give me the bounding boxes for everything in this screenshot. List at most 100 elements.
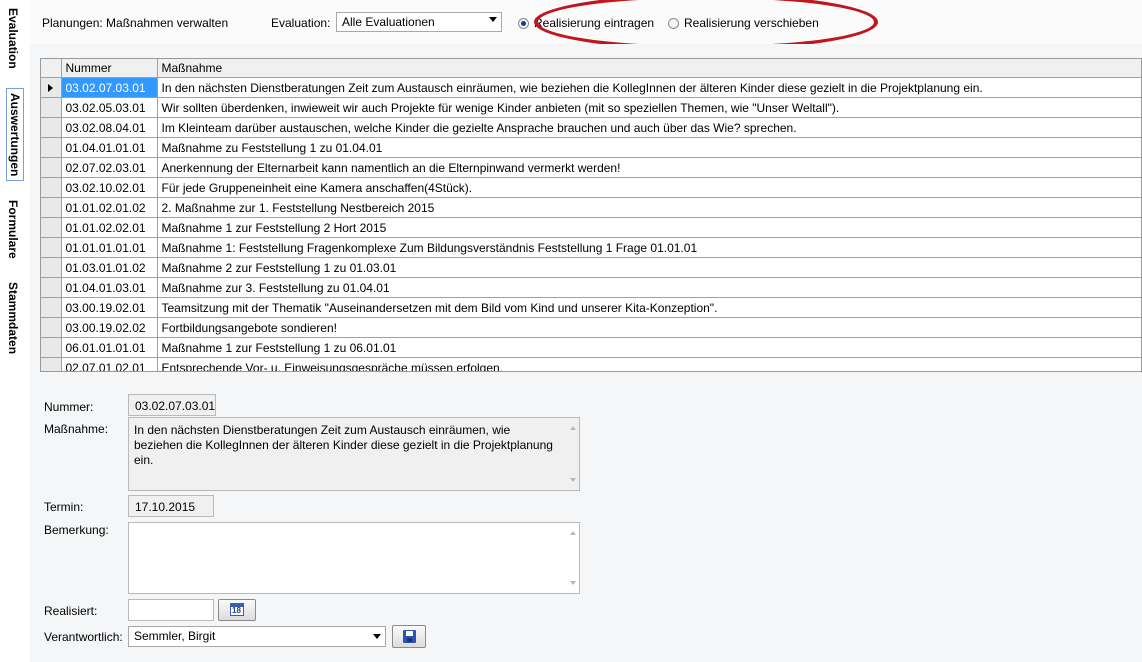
evaluation-label: Evaluation: bbox=[271, 16, 331, 30]
evaluation-select[interactable]: Alle Evaluationen bbox=[336, 12, 502, 32]
cell-massnahme[interactable]: Wir sollten überdenken, inwieweit wir au… bbox=[157, 97, 1141, 118]
calendar-button[interactable]: 18 bbox=[218, 599, 256, 621]
table-row[interactable]: 06.01.01.01.01 Maßnahme 1 zur Feststellun… bbox=[41, 337, 1141, 358]
row-selector[interactable] bbox=[41, 157, 62, 178]
radio-selected-icon bbox=[518, 17, 529, 29]
measures-grid[interactable]: Nummer Maßnahme 03.02.07.03.01 In den näc… bbox=[40, 58, 1142, 372]
table-row[interactable]: 01.01.01.01.01 Maßnahme 1: Feststellung F… bbox=[41, 237, 1141, 258]
table-row[interactable]: 01.04.01.03.01 Maßnahme zur 3. Feststellu… bbox=[41, 277, 1141, 298]
table-header-row: Nummer Maßnahme bbox=[41, 59, 1141, 78]
verantwortlich-select[interactable]: Semmler, Birgit bbox=[128, 626, 386, 647]
cell-massnahme[interactable]: Maßnahme 2 zur Feststellung 1 zu 01.03.0… bbox=[157, 257, 1141, 278]
scroll-down-icon[interactable] bbox=[570, 581, 576, 585]
table-row[interactable]: 01.01.02.01.02 2. Maßnahme zur 1. Festste… bbox=[41, 197, 1141, 218]
massnahme-label: Maßnahme: bbox=[44, 422, 109, 436]
cell-massnahme[interactable]: Maßnahme zu Feststellung 1 zu 01.04.01 bbox=[157, 137, 1141, 158]
cell-nummer[interactable]: 03.00.19.02.02 bbox=[61, 317, 158, 338]
row-selector[interactable] bbox=[41, 297, 62, 318]
verantwortlich-value: Semmler, Birgit bbox=[134, 629, 216, 643]
table-row[interactable]: 01.04.01.01.01 Maßnahme zu Feststellung 1… bbox=[41, 137, 1141, 158]
verantwortlich-label: Verantwortlich: bbox=[44, 630, 123, 644]
chevron-down-icon bbox=[489, 17, 497, 22]
table-row[interactable]: 03.00.19.02.01 Teamsitzung mit der Themat… bbox=[41, 297, 1141, 318]
tab-evaluation[interactable]: Evaluation bbox=[6, 8, 20, 69]
cell-nummer[interactable]: 06.01.01.01.01 bbox=[61, 337, 158, 358]
sidebar-tabs: Evaluation Auswertungen Formulare Stammd… bbox=[0, 0, 30, 662]
cell-nummer[interactable]: 02.07.01.02.01 bbox=[61, 357, 158, 371]
cell-massnahme[interactable]: Anerkennung der Elternarbeit kann nament… bbox=[157, 157, 1141, 178]
cell-nummer[interactable]: 01.01.02.01.02 bbox=[61, 197, 158, 218]
table-body: 03.02.07.03.01 In den nächsten Dienstbera… bbox=[41, 77, 1141, 371]
realisiert-label: Realisiert: bbox=[44, 604, 98, 618]
table-row[interactable]: 01.01.02.02.01 Maßnahme 1 zur Feststellun… bbox=[41, 217, 1141, 238]
termin-field: 17.10.2015 bbox=[128, 495, 214, 517]
measures-table: Nummer Maßnahme 03.02.07.03.01 In den näc… bbox=[41, 59, 1141, 371]
scroll-up-icon[interactable] bbox=[570, 426, 576, 430]
cell-massnahme[interactable]: Maßnahme 1 zur Feststellung 2 Hort 2015 bbox=[157, 217, 1141, 238]
row-selector[interactable] bbox=[41, 177, 62, 198]
cell-nummer[interactable]: 01.01.01.01.01 bbox=[61, 237, 158, 258]
nummer-value: 03.02.07.03.01 bbox=[135, 399, 216, 413]
row-selector[interactable] bbox=[41, 317, 62, 338]
row-selector[interactable] bbox=[41, 197, 62, 218]
cell-massnahme[interactable]: Für jede Gruppeneinheit eine Kamera ansc… bbox=[157, 177, 1141, 198]
cell-nummer[interactable]: 01.04.01.01.01 bbox=[61, 137, 158, 158]
row-selector[interactable] bbox=[41, 237, 62, 258]
massnahme-value: In den nächsten Dienstberatungen Zeit zu… bbox=[134, 423, 553, 467]
table-row[interactable]: 01.03.01.01.02 Maßnahme 2 zur Feststellun… bbox=[41, 257, 1141, 278]
cell-massnahme[interactable]: Entsprechende Vor- u. Einweisungsgespräc… bbox=[157, 357, 1141, 371]
column-header-massnahme[interactable]: Maßnahme bbox=[157, 59, 1141, 78]
tab-formulare[interactable]: Formulare bbox=[6, 200, 20, 259]
row-selector[interactable] bbox=[41, 357, 62, 371]
table-row[interactable]: 03.02.10.02.01 Für jede Gruppeneinheit ei… bbox=[41, 177, 1141, 198]
table-row[interactable]: 02.07.02.03.01 Anerkennung der Elternarbe… bbox=[41, 157, 1141, 178]
row-selector[interactable] bbox=[41, 277, 62, 298]
scroll-down-icon[interactable] bbox=[570, 478, 576, 482]
tab-stammdaten[interactable]: Stammdaten bbox=[6, 282, 20, 354]
cell-nummer[interactable]: 01.01.02.02.01 bbox=[61, 217, 158, 238]
cell-nummer[interactable]: 03.02.10.02.01 bbox=[61, 177, 158, 198]
row-selector[interactable] bbox=[41, 257, 62, 278]
highlight-ellipse bbox=[534, 0, 878, 50]
column-header-nummer[interactable]: Nummer bbox=[61, 59, 158, 78]
save-button[interactable] bbox=[392, 625, 426, 648]
tab-auswertungen[interactable]: Auswertungen bbox=[6, 88, 24, 182]
cell-nummer[interactable]: 03.00.19.02.01 bbox=[61, 297, 158, 318]
current-row-arrow-icon bbox=[48, 84, 54, 93]
cell-massnahme[interactable]: Teamsitzung mit der Thematik "Auseinande… bbox=[157, 297, 1141, 318]
row-selector[interactable] bbox=[41, 77, 62, 98]
nummer-label: Nummer: bbox=[44, 400, 94, 414]
row-selector[interactable] bbox=[41, 217, 62, 238]
cell-nummer[interactable]: 03.02.07.03.01 bbox=[61, 77, 158, 98]
table-row[interactable]: 02.07.01.02.01 Entsprechende Vor- u. Einw… bbox=[41, 357, 1141, 371]
row-selector[interactable] bbox=[41, 117, 62, 138]
table-row[interactable]: 03.02.08.04.01 Im Kleinteam darüber austa… bbox=[41, 117, 1141, 138]
toolbar: Planungen: Maßnahmen verwalten Evaluatio… bbox=[30, 0, 1142, 50]
cell-nummer[interactable]: 01.03.01.01.02 bbox=[61, 257, 158, 278]
main-panel: Nummer Maßnahme 03.02.07.03.01 In den näc… bbox=[30, 44, 1142, 662]
table-row[interactable]: 03.00.19.02.02 Fortbildungsangebote sondi… bbox=[41, 317, 1141, 338]
cell-massnahme[interactable]: Maßnahme 1: Feststellung Fragenkomplexe … bbox=[157, 237, 1141, 258]
cell-nummer[interactable]: 01.04.01.03.01 bbox=[61, 277, 158, 298]
cell-massnahme[interactable]: Fortbildungsangebote sondieren! bbox=[157, 317, 1141, 338]
calendar-icon: 18 bbox=[230, 603, 244, 616]
cell-nummer[interactable]: 03.02.08.04.01 bbox=[61, 117, 158, 138]
bemerkung-textarea[interactable] bbox=[128, 522, 580, 594]
bemerkung-label: Bemerkung: bbox=[44, 523, 109, 537]
cell-nummer[interactable]: 02.07.02.03.01 bbox=[61, 157, 158, 178]
calendar-day: 18 bbox=[232, 606, 241, 615]
realisiert-date-input[interactable] bbox=[128, 599, 214, 621]
cell-massnahme[interactable]: 2. Maßnahme zur 1. Feststellung Nestbere… bbox=[157, 197, 1141, 218]
table-row[interactable]: 03.02.05.03.01 Wir sollten überdenken, in… bbox=[41, 97, 1141, 118]
cell-nummer[interactable]: 03.02.05.03.01 bbox=[61, 97, 158, 118]
row-selector[interactable] bbox=[41, 337, 62, 358]
cell-massnahme[interactable]: Maßnahme 1 zur Feststellung 1 zu 06.01.0… bbox=[157, 337, 1141, 358]
table-row[interactable]: 03.02.07.03.01 In den nächsten Dienstbera… bbox=[41, 77, 1141, 98]
cell-massnahme[interactable]: Maßnahme zur 3. Feststellung zu 01.04.01 bbox=[157, 277, 1141, 298]
row-selector[interactable] bbox=[41, 97, 62, 118]
cell-massnahme[interactable]: Im Kleinteam darüber austauschen, welche… bbox=[157, 117, 1141, 138]
row-selector[interactable] bbox=[41, 137, 62, 158]
cell-massnahme[interactable]: In den nächsten Dienstberatungen Zeit zu… bbox=[157, 77, 1141, 98]
page-title: Planungen: Maßnahmen verwalten bbox=[42, 16, 229, 30]
scroll-up-icon[interactable] bbox=[570, 531, 576, 535]
